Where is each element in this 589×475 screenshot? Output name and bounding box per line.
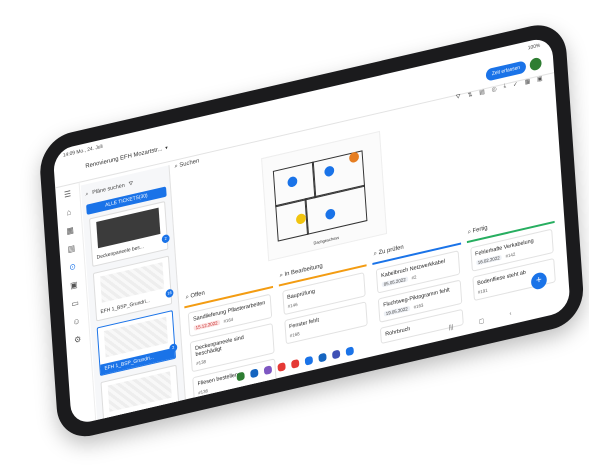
filter-icon[interactable]: ⛛ [456,94,462,107]
ticket-count-badge: 2 [169,342,178,353]
home-icon[interactable]: ▢ [479,317,485,325]
gallery-app-icon[interactable] [291,358,300,369]
settings-icon[interactable]: ⚙ [65,327,90,351]
plan-item-selected[interactable]: EFH 1_BSP_Grundri... 2 [96,310,178,377]
ticket-count-badge: 16 [165,288,174,299]
camera-icon[interactable]: ◎ [491,85,497,98]
download-icon[interactable]: ⤓ [503,83,506,96]
recents-icon[interactable]: ||| [449,324,454,332]
calendar-icon[interactable]: ▣ [537,75,543,88]
document-icon[interactable]: ▤ [479,88,485,101]
main-search[interactable]: ⌕ Suchen [174,158,199,171]
board-column: ⌕ In Bearbeitung Bauprüfung #146 Fenster … [277,251,372,363]
camera-app-icon[interactable] [277,362,286,372]
plan-thumbnail [107,371,172,412]
sort-icon[interactable]: ⇅ [467,91,473,104]
time-tracking-button[interactable]: Zeit erfassen [485,60,527,82]
filter-icon[interactable]: ⛛ [128,180,133,188]
app-screen: 14:09 Mo., 24. Juli 100% Renovierung EFH… [52,35,571,426]
plan-item[interactable]: EFH 1_BSP_Grundri... 16 [92,255,174,322]
plan-item[interactable]: EFH 1_BSP_Grundri... [100,364,180,426]
plan-thumbnail [100,262,165,303]
app-icon[interactable] [345,346,354,357]
plans-panel: ⌕ Pläne suchen ⛛ ALLE TICKETS(30) Deckenpa… [80,165,186,426]
check-icon[interactable]: ✓ [513,81,519,94]
floor-plan-drawing[interactable]: Dachgeschoss [261,130,388,262]
chevron-down-icon: ▾ [165,144,169,152]
plan-thumbnail [96,207,161,249]
drawing-caption: Dachgeschoss [313,234,340,246]
board-column: ⌕ Fertig Fehlerhafte Verkabelung 16.02.20… [465,207,560,320]
avatar[interactable] [529,56,542,72]
search-icon: ⌕ [85,190,89,198]
back-icon[interactable]: ‹ [509,311,511,319]
tablet-device: 14:09 Mo., 24. Juli 100% Renovierung EFH… [38,18,586,443]
app-icon[interactable] [331,349,341,360]
ticket-count-badge: 2 [161,233,170,244]
app-icon[interactable] [318,352,327,363]
app-icon[interactable] [304,355,314,366]
grid-icon[interactable]: ▦ [524,78,531,91]
